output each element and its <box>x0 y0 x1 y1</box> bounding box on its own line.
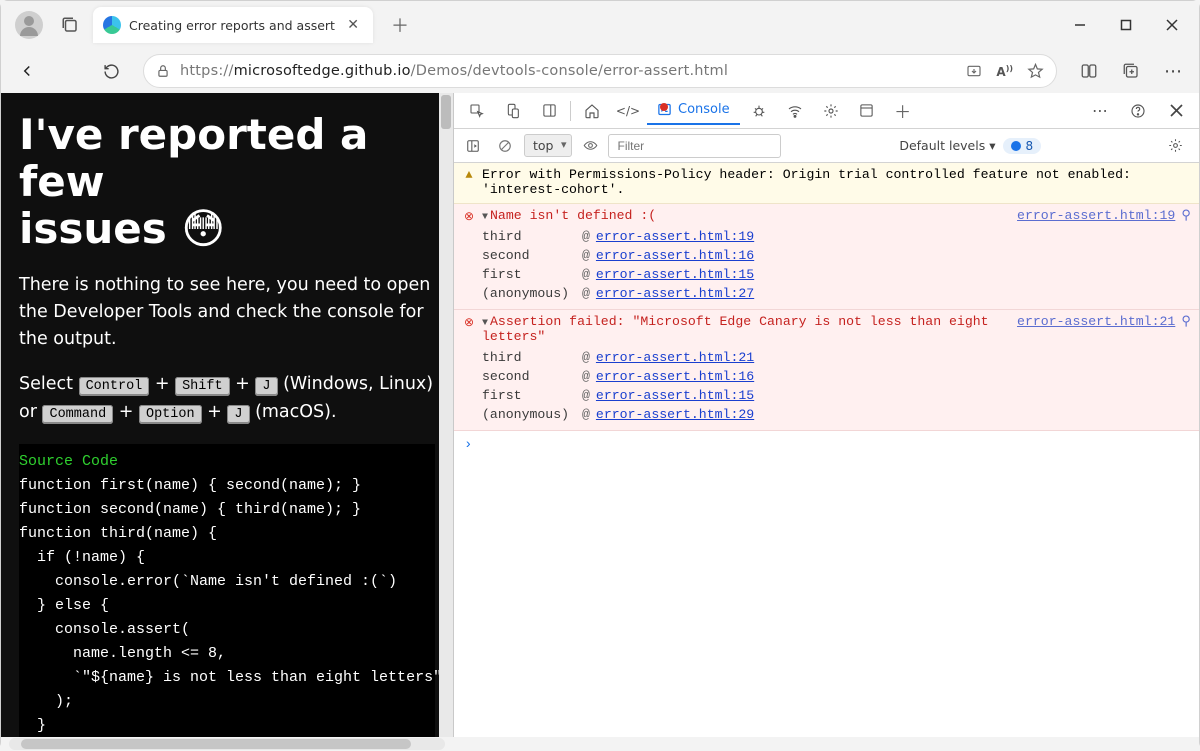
source-link[interactable]: error-assert.html:21 <box>1017 314 1175 329</box>
profile-avatar[interactable] <box>15 11 43 39</box>
device-toggle-icon[interactable] <box>496 96 530 126</box>
window-maximize-button[interactable] <box>1103 5 1149 45</box>
collections-icon[interactable] <box>53 16 87 34</box>
dock-icon[interactable] <box>532 96 566 126</box>
page-hscrollbar[interactable] <box>9 738 445 750</box>
disclosure-icon[interactable]: ▼ <box>482 318 488 329</box>
stack-link[interactable]: error-assert.html:29 <box>596 407 754 422</box>
error-icon: ⊗ <box>462 209 476 224</box>
kbd-command: Command <box>42 405 113 424</box>
stack-link[interactable]: error-assert.html:21 <box>596 350 754 365</box>
stack-frame: first@error-assert.html:15 <box>482 386 1191 405</box>
issues-badge[interactable]: 8 <box>1003 138 1041 154</box>
kbd-option: Option <box>139 405 202 424</box>
settings-more-button[interactable]: ⋯ <box>1155 53 1191 89</box>
window-close-button[interactable] <box>1149 5 1195 45</box>
stack-link[interactable]: error-assert.html:16 <box>596 369 754 384</box>
log-levels-select[interactable]: Default levels ▾ <box>899 138 995 153</box>
app-install-icon[interactable] <box>966 63 982 79</box>
kbd-control: Control <box>79 377 150 396</box>
console-error-2: ⊗ ▼Assertion failed: "Microsoft Edge Can… <box>454 310 1199 431</box>
console-sidebar-toggle[interactable] <box>460 131 486 161</box>
new-tab-button[interactable]: ＋ <box>383 8 417 42</box>
error-badge-icon <box>660 103 668 111</box>
devtools-tabbar: </> Console ＋ ⋯ <box>454 93 1199 129</box>
stack-frame: first@error-assert.html:15 <box>482 265 1191 284</box>
filter-input[interactable] <box>608 134 781 158</box>
magnify-icon[interactable]: ⚲ <box>1181 208 1191 223</box>
titlebar: Creating error reports and assert ✕ ＋ <box>1 1 1199 49</box>
stack-frame: (anonymous)@error-assert.html:27 <box>482 284 1191 303</box>
page-scrollbar[interactable] <box>439 93 453 737</box>
tab-network-icon[interactable] <box>778 96 812 126</box>
devtools-more-button[interactable]: ⋯ <box>1083 96 1117 126</box>
stack-link[interactable]: error-assert.html:27 <box>596 286 754 301</box>
console-prompt[interactable]: › <box>454 431 1199 459</box>
kbd-j: J <box>255 377 277 396</box>
console-settings-icon[interactable] <box>1159 131 1193 161</box>
collections-button[interactable] <box>1113 53 1149 89</box>
stack-frame: second@error-assert.html:16 <box>482 367 1191 386</box>
console-error-1: ⊗ ▼Name isn't defined :( error-assert.ht… <box>454 204 1199 310</box>
disclosure-icon[interactable]: ▼ <box>482 212 488 223</box>
stack-frame: third@error-assert.html:19 <box>482 227 1191 246</box>
inspect-icon[interactable] <box>460 96 494 126</box>
stack-link[interactable]: error-assert.html:19 <box>596 229 754 244</box>
forward-button <box>51 53 87 89</box>
page-paragraph: There is nothing to see here, you need t… <box>19 272 435 353</box>
tab-elements[interactable]: </> <box>611 96 645 126</box>
console-toolbar: top Default levels ▾ 8 <box>454 129 1199 163</box>
devtools-help-icon[interactable] <box>1121 96 1155 126</box>
stack-frame: (anonymous)@error-assert.html:29 <box>482 405 1191 424</box>
tab-performance-icon[interactable] <box>814 96 848 126</box>
browser-tab[interactable]: Creating error reports and assert ✕ <box>93 7 373 43</box>
magnify-icon[interactable]: ⚲ <box>1181 314 1191 329</box>
read-aloud-icon[interactable]: A)) <box>996 64 1013 79</box>
bottom-bar <box>1 737 1199 751</box>
warning-icon: ▲ <box>462 168 476 182</box>
console-body[interactable]: ▲ Error with Permissions-Policy header: … <box>454 163 1199 737</box>
kbd-j2: J <box>227 405 249 424</box>
tab-sources-bug-icon[interactable] <box>742 96 776 126</box>
window-minimize-button[interactable] <box>1057 5 1103 45</box>
devtools-close-button[interactable] <box>1159 96 1193 126</box>
edge-favicon-icon <box>103 16 121 34</box>
source-link[interactable]: error-assert.html:19 <box>1017 208 1175 223</box>
stack-link[interactable]: error-assert.html:15 <box>596 388 754 403</box>
error-icon: ⊗ <box>462 315 476 330</box>
source-code-block: Source Code function first(name) { secon… <box>19 444 435 737</box>
kbd-shift: Shift <box>175 377 230 396</box>
address-bar[interactable]: https://microsoftedge.github.io/Demos/de… <box>143 54 1057 88</box>
stack-link[interactable]: error-assert.html:16 <box>596 248 754 263</box>
page-instructions: Select Control + Shift + J (Windows, Lin… <box>19 371 435 425</box>
clear-console-button[interactable] <box>492 131 518 161</box>
more-tabs-button[interactable]: ＋ <box>886 96 920 126</box>
page-content: I've reported a fewissues 😳 There is not… <box>1 93 453 737</box>
tab-application-icon[interactable] <box>850 96 884 126</box>
live-expression-icon[interactable] <box>578 131 602 161</box>
console-warning: ▲ Error with Permissions-Policy header: … <box>454 163 1199 204</box>
tab-console[interactable]: Console <box>647 96 740 125</box>
page-heading: I've reported a fewissues 😳 <box>19 111 435 252</box>
split-screen-icon[interactable] <box>1071 53 1107 89</box>
lock-icon <box>156 64 170 78</box>
browser-toolbar: https://microsoftedge.github.io/Demos/de… <box>1 49 1199 93</box>
tab-close-button[interactable]: ✕ <box>343 15 363 35</box>
back-button[interactable] <box>9 53 45 89</box>
stack-frame: second@error-assert.html:16 <box>482 246 1191 265</box>
stack-frame: third@error-assert.html:21 <box>482 348 1191 367</box>
tab-welcome[interactable] <box>575 96 609 126</box>
stack-link[interactable]: error-assert.html:15 <box>596 267 754 282</box>
favorite-icon[interactable] <box>1027 63 1044 80</box>
tab-title: Creating error reports and assert <box>129 18 343 33</box>
context-select[interactable]: top <box>524 134 572 157</box>
url-text: https://microsoftedge.github.io/Demos/de… <box>180 63 728 79</box>
refresh-button[interactable] <box>93 53 129 89</box>
devtools-panel: </> Console ＋ ⋯ top Default levels <box>453 93 1199 737</box>
